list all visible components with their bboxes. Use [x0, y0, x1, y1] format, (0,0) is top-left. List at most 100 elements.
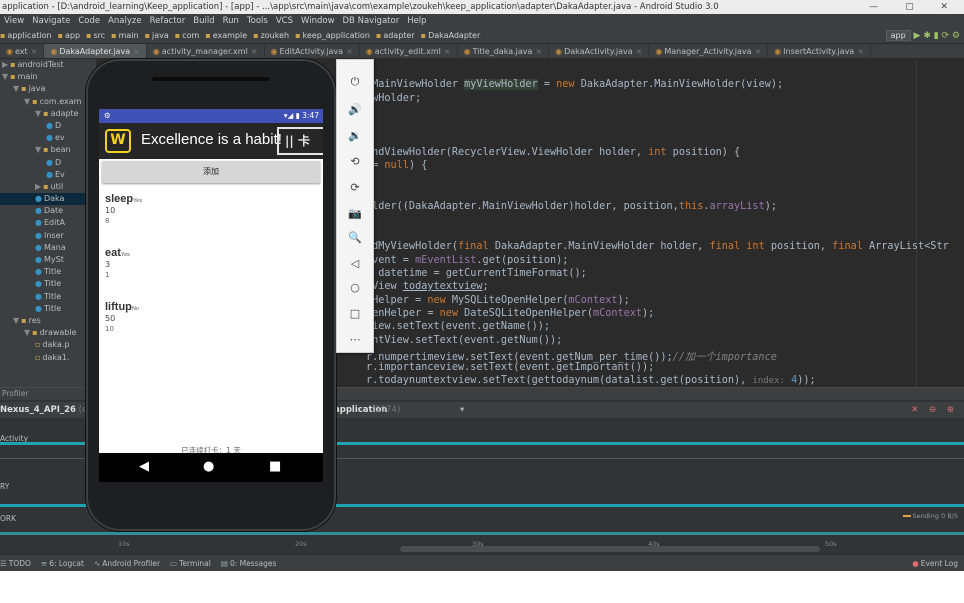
tab-editactivity-java[interactable]: ◉ EditActivity.java × — [265, 44, 360, 58]
expanded-arrow-icon[interactable]: ▼ — [35, 145, 41, 154]
tree-item-com-exam[interactable]: ▼ ▪ com.exam — [0, 96, 96, 108]
breadcrumb-app[interactable]: ▪ app — [58, 31, 80, 40]
close-icon[interactable]: × — [535, 47, 542, 56]
breadcrumb-zoukeh[interactable]: ▪ zoukeh — [253, 31, 289, 40]
menu-db-navigator[interactable]: DB Navigator — [343, 16, 400, 26]
close-icon[interactable]: × — [251, 47, 258, 56]
home-icon[interactable]: ○ — [337, 278, 373, 298]
rotate-right-icon[interactable]: ⟳ — [337, 178, 373, 198]
profiler-device-name[interactable]: Nexus_4_API_26 — [0, 405, 76, 415]
overview-icon[interactable]: □ — [337, 304, 373, 324]
back-icon[interactable]: ◁ — [337, 254, 373, 274]
close-icon[interactable]: × — [636, 47, 643, 56]
close-icon[interactable]: × — [346, 47, 353, 56]
profiler-controls[interactable]: ✕ ⊖ ⊕ — [911, 402, 958, 418]
run-tool-icons[interactable]: ▶ ✱ ▮ ⟳ ⚙ — [914, 31, 960, 41]
expanded-arrow-icon[interactable]: ▼ — [24, 97, 30, 106]
event-log-button[interactable]: ● Event Log — [912, 555, 958, 571]
tree-item-ev[interactable]: ● ev — [0, 132, 96, 144]
tree-item-androidtest[interactable]: ▶ ▪ androidTest — [0, 59, 96, 71]
volume-up-icon[interactable]: 🔊 — [337, 100, 373, 120]
status-terminal-button[interactable]: ▭ Terminal — [170, 555, 211, 571]
menu-code[interactable]: Code — [78, 16, 100, 26]
menu-analyze[interactable]: Analyze — [108, 16, 142, 26]
zoom-icon[interactable]: 🔍 — [337, 228, 373, 248]
expanded-arrow-icon[interactable]: ▼ — [24, 328, 30, 337]
status-todo-button[interactable]: ☰ TODO — [0, 555, 31, 571]
menu-help[interactable]: Help — [407, 16, 426, 26]
tree-item-title[interactable]: ● Title — [0, 278, 96, 290]
checkin-tool-button[interactable]: || 卡 — [277, 127, 323, 155]
tab-ext[interactable]: ◉ ext × — [0, 44, 45, 58]
close-icon[interactable]: × — [31, 47, 38, 56]
menu-refactor[interactable]: Refactor — [150, 16, 186, 26]
tree-item-main[interactable]: ▼ ▪ main — [0, 71, 96, 83]
status-6-logcat-button[interactable]: ≡ 6: Logcat — [41, 555, 84, 571]
tab-manager-activity-java[interactable]: ◉ Manager_Activity.java × — [649, 44, 769, 58]
menu-view[interactable]: View — [4, 16, 24, 26]
tab-dakaadapter-java[interactable]: ◉ DakaAdapter.java × — [44, 44, 147, 58]
tree-item-bean[interactable]: ▼ ▪ bean — [0, 144, 96, 156]
run-config-select[interactable]: app — [885, 30, 911, 41]
process-dropdown-chevron-icon[interactable]: ▾ — [460, 402, 464, 418]
close-icon[interactable]: × — [857, 47, 864, 56]
list-item[interactable]: sleepYes 10 8 — [105, 193, 305, 227]
nav-recent-icon[interactable]: ■ — [269, 459, 281, 474]
tree-item-d[interactable]: ● D — [0, 120, 96, 132]
tree-item-edita[interactable]: ● EditA — [0, 217, 96, 229]
timeline-scrollbar[interactable] — [400, 546, 820, 552]
tree-item-d[interactable]: ● D — [0, 157, 96, 169]
breadcrumb-main[interactable]: ▪ main — [111, 31, 138, 40]
window-controls[interactable]: — ▢ ✕ — [869, 0, 960, 14]
tree-item-inser[interactable]: ● Inser — [0, 230, 96, 242]
tree-item-res[interactable]: ▼ ▪ res — [0, 315, 96, 327]
tree-item-ev[interactable]: ● Ev — [0, 169, 96, 181]
tree-item-daka1[interactable]: ▫ daka1. — [0, 352, 96, 364]
breadcrumb-keep-application[interactable]: ▪ keep_application — [295, 31, 370, 40]
breadcrumb-src[interactable]: ▪ src — [86, 31, 105, 40]
expanded-arrow-icon[interactable]: ▼ — [13, 84, 19, 93]
status-0-messages-button[interactable]: ▤ 0: Messages — [221, 555, 277, 571]
tree-item-title[interactable]: ● Title — [0, 266, 96, 278]
breadcrumb-java[interactable]: ▪ java — [145, 31, 169, 40]
tree-item-daka-p[interactable]: ▫ daka.p — [0, 339, 96, 351]
tree-item-title[interactable]: ● Title — [0, 303, 96, 315]
breadcrumb-adapter[interactable]: ▪ adapter — [376, 31, 415, 40]
menu-vcs[interactable]: VCS — [276, 16, 293, 26]
tree-item-title[interactable]: ● Title — [0, 291, 96, 303]
tab-title-daka-java[interactable]: ◉ Title_daka.java × — [458, 44, 550, 58]
tree-item-util[interactable]: ▶ ▪ util — [0, 181, 96, 193]
camera-icon[interactable]: 📷 — [337, 204, 373, 224]
list-item[interactable]: liftupNo 50 10 — [105, 301, 305, 335]
close-icon[interactable]: × — [133, 47, 140, 56]
menu-build[interactable]: Build — [193, 16, 214, 26]
tree-item-drawable[interactable]: ▼ ▪ drawable — [0, 327, 96, 339]
breadcrumb-application[interactable]: ▪ application — [0, 31, 52, 40]
tree-item-mana[interactable]: ● Mana — [0, 242, 96, 254]
collapsed-arrow-icon[interactable]: ▶ — [35, 182, 41, 191]
menu-run[interactable]: Run — [223, 16, 239, 26]
breadcrumb-dakaadapter[interactable]: ▪ DakaAdapter — [421, 31, 481, 40]
nav-back-icon[interactable]: ◀ — [139, 459, 149, 474]
power-icon[interactable]: ⏻ — [337, 72, 373, 92]
nav-home-icon[interactable]: ● — [203, 459, 214, 474]
menu-navigate[interactable]: Navigate — [32, 16, 70, 26]
expanded-arrow-icon[interactable]: ▼ — [2, 72, 8, 81]
breadcrumb-com[interactable]: ▪ com — [175, 31, 200, 40]
close-icon[interactable]: × — [444, 47, 451, 56]
expanded-arrow-icon[interactable]: ▼ — [13, 316, 19, 325]
rotate-left-icon[interactable]: ⟲ — [337, 152, 373, 172]
breadcrumb-example[interactable]: ▪ example — [205, 31, 247, 40]
volume-down-icon[interactable]: 🔉 — [337, 126, 373, 146]
menu-window[interactable]: Window — [301, 16, 335, 26]
tree-item-date[interactable]: ● Date — [0, 205, 96, 217]
expanded-arrow-icon[interactable]: ▼ — [35, 109, 41, 118]
add-button[interactable]: 添加 — [102, 161, 320, 183]
status-android-profiler-button[interactable]: ∿ Android Profiler — [94, 555, 160, 571]
tab-insertactivity-java[interactable]: ◉ InsertActivity.java × — [768, 44, 871, 58]
collapsed-arrow-icon[interactable]: ▶ — [2, 60, 8, 69]
menu-tools[interactable]: Tools — [247, 16, 268, 26]
close-icon[interactable]: × — [754, 47, 761, 56]
tab-activity-edit-xml[interactable]: ◉ activity_edit.xml × — [360, 44, 458, 58]
tree-item-java[interactable]: ▼ ▪ java — [0, 83, 96, 95]
